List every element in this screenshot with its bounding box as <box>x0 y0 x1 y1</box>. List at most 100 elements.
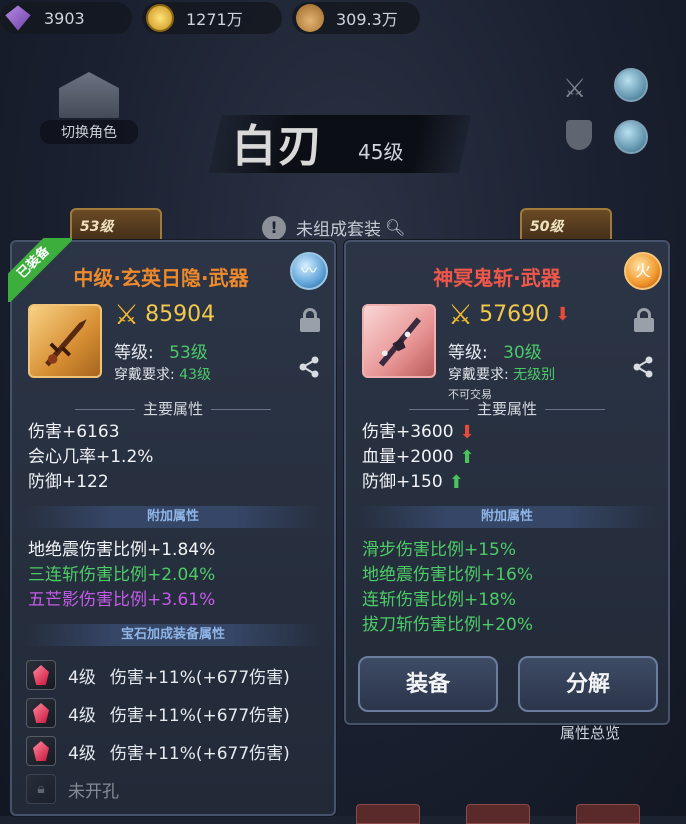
extra-attr: 三连斩伤害比例+2.04% <box>28 565 216 585</box>
lock-icon[interactable] <box>300 308 320 332</box>
req-label: 穿戴要求: <box>448 367 509 383</box>
power-score: ⚔ 57690 ⬇ <box>448 298 570 331</box>
req-value: 无级别 <box>513 367 556 383</box>
lock-icon[interactable] <box>634 308 654 332</box>
main-attr-list: 伤害+3600 ⬇ 血量+2000 ⬆ 防御+150 ⬆ <box>362 420 475 495</box>
main-attr-text: 伤害+3600 <box>362 422 454 442</box>
gem-bonus: 伤害+11%(+677伤害) <box>109 667 290 688</box>
extra-attr: 拔刀斩伤害比例+20% <box>362 615 534 635</box>
extra-attr-heading: 附加属性 <box>24 506 322 528</box>
main-attr-text: 血量+2000 <box>362 447 454 467</box>
extra-attr: 地绝震伤害比例+1.84% <box>28 540 216 560</box>
attribute-overview-button[interactable]: 属性总览 <box>560 722 620 743</box>
gold-coin-icon <box>146 4 174 32</box>
bottom-slot[interactable] <box>466 804 530 824</box>
item-title: 中级·玄英日隐·武器 <box>73 266 249 290</box>
gem-level: 4级 <box>68 705 96 726</box>
share-icon[interactable] <box>298 356 320 378</box>
arrow-down-icon: ⬇ <box>555 304 571 325</box>
water-element-icon[interactable] <box>614 68 648 102</box>
bag-currency: 309.3万 <box>292 2 420 34</box>
level-label: 等级: <box>114 343 154 363</box>
gem-attr-heading: 宝石加成装备属性 <box>24 624 322 646</box>
gem-level: 4级 <box>68 667 96 688</box>
main-attr: 防御+122 <box>28 472 109 492</box>
bottom-slot[interactable] <box>356 804 420 824</box>
arrow-down-icon: ⬇ <box>459 422 475 443</box>
req-label: 穿戴要求: <box>114 367 175 383</box>
power-value: 57690 <box>479 302 550 327</box>
weapon-level: 45级 <box>358 140 404 164</box>
level-label: 等级: <box>448 343 488 363</box>
gem-level: 4级 <box>68 743 96 764</box>
crossed-swords-icon[interactable]: ⚔ <box>563 74 597 104</box>
crossed-swords-icon: ⚔ <box>448 298 474 331</box>
crossed-swords-icon: ⚔ <box>114 298 140 331</box>
slot-level: 50级 <box>530 219 564 235</box>
red-gem-icon <box>26 698 56 728</box>
money-bag-icon <box>296 4 324 32</box>
level-value: 53级 <box>169 343 208 363</box>
extra-attr: 连斩伤害比例+18% <box>362 590 517 610</box>
bottom-slot[interactable] <box>576 804 640 824</box>
level-value: 30级 <box>503 343 542 363</box>
house-icon <box>59 72 119 118</box>
arrow-up-icon: ⬆ <box>459 447 475 468</box>
power-score: ⚔ 85904 <box>114 298 215 331</box>
red-gem-icon <box>26 660 56 690</box>
water-element-icon-2[interactable] <box>614 120 648 154</box>
wear-requirement: 穿戴要求: 43级 <box>114 364 211 384</box>
info-icon: ! <box>262 215 286 240</box>
search-icon: 🔍︎ <box>385 218 406 237</box>
set-label: 未组成套装 <box>296 220 381 240</box>
extra-attr-list: 地绝震伤害比例+1.84% 三连斩伤害比例+2.04% 五芒影伤害比例+3.61… <box>28 538 215 613</box>
main-attr-list: 伤害+6163 会心几率+1.2% 防御+122 <box>28 420 153 495</box>
gold-currency: 1271万 <box>142 2 282 34</box>
extra-attr: 滑步伤害比例+15% <box>362 540 517 560</box>
main-attr: 伤害+3600 ⬇ <box>362 420 475 445</box>
req-value: 43级 <box>179 367 211 383</box>
main-attr: 防御+150 ⬆ <box>362 470 475 495</box>
item-level: 等级: 53级 <box>114 338 208 363</box>
shield-icon[interactable] <box>566 120 592 150</box>
extra-attr-list: 滑步伤害比例+15% 地绝震伤害比例+16% 连斩伤害比例+18% 拔刀斩伤害比… <box>362 538 533 638</box>
arrow-up-icon: ⬆ <box>448 472 464 493</box>
decompose-button[interactable]: 分解 <box>518 656 658 712</box>
extra-attr: 五芒影伤害比例+3.61% <box>28 590 216 610</box>
item-title: 神冥鬼斩·武器 <box>433 266 561 290</box>
gem-list: 4级 伤害+11%(+677伤害) 4级 伤害+11%(+677伤害) 4级 伤… <box>26 656 290 808</box>
bag-count: 309.3万 <box>336 10 398 29</box>
unopened-label: 未开孔 <box>68 781 119 802</box>
compare-item-card: 神冥鬼斩·武器 火 ⚔ 57690 ⬇ 等级: 30级 穿戴要求: 无级别 不可… <box>344 240 670 725</box>
unopened-slot: 🔒︎ 未开孔 <box>26 770 290 808</box>
gem-count: 3903 <box>44 8 85 28</box>
water-element-icon: 〰 <box>290 252 328 290</box>
main-attr: 血量+2000 ⬆ <box>362 445 475 470</box>
weapon-name: 白刃 <box>232 121 324 172</box>
main-attr: 伤害+6163 <box>28 422 120 442</box>
main-attr-text: 防御+150 <box>362 472 443 492</box>
gem-currency: 3903 <box>0 2 132 34</box>
main-attr-heading: 主要属性 <box>12 398 334 419</box>
switch-role-label: 切换角色 <box>40 120 138 144</box>
gem-row: 4级 伤害+11%(+677伤害) <box>26 732 290 770</box>
extra-attr: 地绝震伤害比例+16% <box>362 565 534 585</box>
gem-row: 4级 伤害+11%(+677伤害) <box>26 656 290 694</box>
main-attr-heading: 主要属性 <box>346 398 668 419</box>
red-gem-icon <box>26 736 56 766</box>
set-status[interactable]: ! 未组成套装 🔍︎ <box>262 215 405 240</box>
weapon-item-icon <box>362 304 436 378</box>
gem-bonus: 伤害+11%(+677伤害) <box>109 705 290 726</box>
gem-row: 4级 伤害+11%(+677伤害) <box>26 694 290 732</box>
extra-attr-heading: 附加属性 <box>358 506 656 528</box>
weapon-item-icon <box>28 304 102 378</box>
equipped-item-card: 已装备 中级·玄英日隐·武器 〰 ⚔ 85904 等级: 53级 穿戴要求: 4… <box>8 238 336 816</box>
switch-role-button[interactable]: 切换角色 <box>40 72 138 144</box>
slot-level: 53级 <box>80 219 114 235</box>
equip-button[interactable]: 装备 <box>358 656 498 712</box>
gem-bonus: 伤害+11%(+677伤害) <box>109 743 290 764</box>
gem-icon <box>5 5 31 31</box>
share-icon[interactable] <box>632 356 654 378</box>
item-level: 等级: 30级 <box>448 338 542 363</box>
power-value: 85904 <box>145 302 216 327</box>
